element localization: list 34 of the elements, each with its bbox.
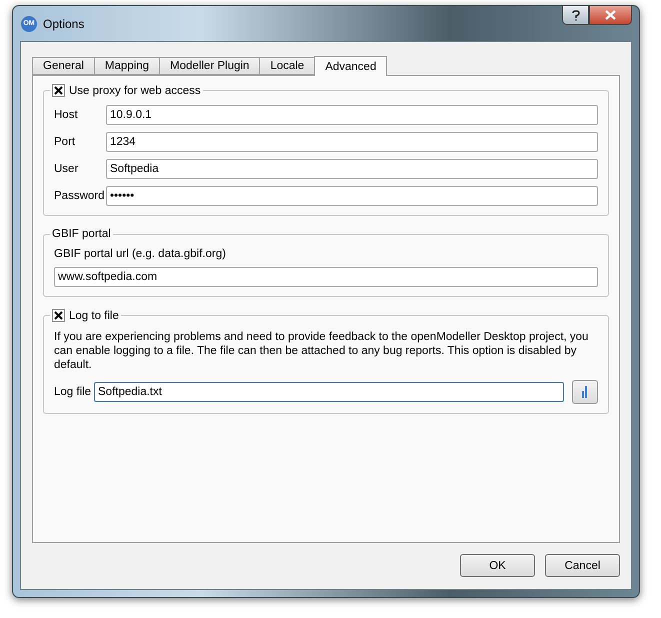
dialog-button[interactable]: Cancel [545,554,620,577]
checkbox[interactable] [52,84,65,97]
close-icon [605,10,616,20]
help-button[interactable] [562,6,589,25]
bars-icon [581,385,589,399]
question-mark-icon [572,10,580,20]
input-field[interactable]: Softpedia.txt [94,382,564,402]
description-text: If you are experiencing problems and need to provide feedback to the openModeller Desktop project, you can enable logging to a file. The file can then be attached to any bug reports. This option is disabled by default. [54,330,590,372]
tab[interactable]: Modeller Plugin [159,57,260,75]
field-label: Port [54,136,76,148]
browse-button[interactable] [572,380,598,404]
group-title: GBIF portal [52,228,111,240]
dialog-button[interactable]: OK [460,554,535,577]
input-field[interactable]: Softpedia [106,159,598,179]
checkbox-label: Log to file [69,310,119,322]
input-field[interactable]: •••••• [106,186,598,206]
input-field[interactable]: 10.9.0.1 [106,105,598,125]
tab[interactable]: Advanced [314,56,388,76]
input-field[interactable]: 1234 [106,132,598,152]
field-label: GBIF portal url (e.g. data.gbif.org) [54,248,227,260]
checkbox-label: Use proxy for web access [69,84,201,96]
field-label: Host [54,109,79,121]
x-mark-icon [54,86,63,95]
close-button[interactable] [589,6,632,25]
tab[interactable]: Locale [259,57,316,75]
checkbox[interactable] [52,309,65,322]
input-field[interactable]: www.softpedia.com [54,267,598,287]
field-label: Log file [54,386,92,398]
tab[interactable]: Mapping [94,57,160,75]
field-label: Password [54,190,106,202]
tab[interactable]: General [32,57,95,75]
x-mark-icon [54,311,63,320]
window-title: Options [43,16,86,30]
field-label: User [54,163,80,175]
